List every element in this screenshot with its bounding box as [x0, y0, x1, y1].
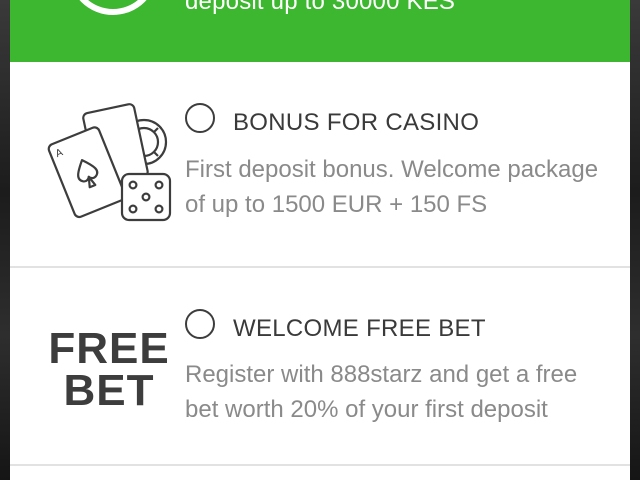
option-title: WELCOME FREE BET [233, 315, 486, 342]
option-description: First deposit bonus. Welcome package of … [185, 156, 599, 218]
option-casino-bonus[interactable]: A BONUS FOR CASINO First deposit bonus. … [10, 62, 630, 268]
sports-bonus-option-header[interactable]: deposit up to 30000 KES [10, 0, 630, 62]
free-bet-logo-line2: BET [63, 366, 155, 415]
option-description: Register with 888starz and get a free be… [185, 361, 578, 423]
globe-icon [79, 0, 147, 15]
bonus-selection-panel: deposit up to 30000 KES A BONUS FOR CASI… [10, 0, 630, 480]
free-bet-logo: FREE BET [44, 324, 174, 415]
free-bet-logo-line1: FREE [48, 324, 170, 373]
option-welcome-free-bet[interactable]: FREE BET WELCOME FREE BET Register with … [10, 268, 630, 466]
casino-cards-dice-icon: A [47, 103, 172, 222]
header-title: deposit up to 30000 KES [185, 0, 456, 15]
radio-welcome-free-bet[interactable] [185, 309, 215, 339]
background-right [630, 0, 640, 480]
next-option-row[interactable] [10, 466, 630, 480]
background-left [0, 0, 10, 480]
option-title: BONUS FOR CASINO [233, 109, 480, 136]
radio-casino-bonus[interactable] [185, 103, 215, 133]
